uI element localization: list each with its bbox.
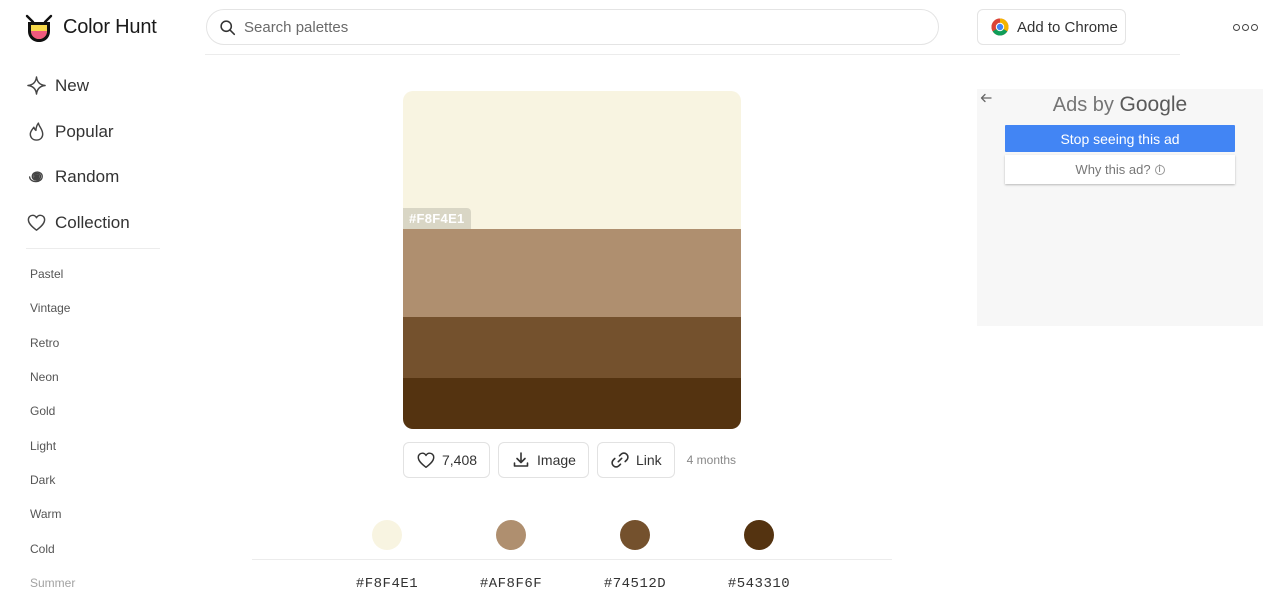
heart-icon [417, 452, 435, 468]
color-dot-3[interactable] [620, 520, 650, 550]
add-to-chrome-label: Add to Chrome [1017, 18, 1118, 36]
tag-vintage[interactable]: Vintage [30, 301, 70, 315]
ad-title-prefix: Ads by [1052, 94, 1114, 116]
tag-summer[interactable]: Summer [30, 576, 75, 590]
color-dot-2[interactable] [496, 520, 526, 550]
sidebar-item-label: New [55, 75, 90, 95]
ad-panel: Ads by Google Stop seeing this ad Why th… [977, 89, 1263, 326]
more-dot-icon [1250, 23, 1258, 31]
color-hex-2[interactable]: #AF8F6F [461, 576, 561, 592]
palette-swatch-4[interactable] [403, 378, 741, 429]
tag-light[interactable]: Light [30, 439, 56, 453]
tag-dark[interactable]: Dark [30, 473, 55, 487]
tag-cold[interactable]: Cold [30, 542, 55, 556]
color-hex-3[interactable]: #74512D [585, 576, 685, 592]
palette-card [403, 91, 741, 429]
stop-seeing-ad-button[interactable]: Stop seeing this ad [1005, 125, 1235, 152]
tag-warm[interactable]: Warm [30, 507, 62, 521]
ad-title-brand: Google [1119, 93, 1188, 116]
why-this-ad-label: Why this ad? [1075, 162, 1151, 177]
image-label: Image [537, 452, 576, 468]
link-icon [611, 452, 629, 468]
more-dot-icon [1232, 23, 1240, 31]
tag-retro[interactable]: Retro [30, 336, 59, 350]
add-to-chrome-button[interactable]: Add to Chrome [977, 9, 1126, 45]
more-options-button[interactable] [1232, 18, 1258, 36]
flame-icon [29, 122, 44, 141]
search-icon [220, 19, 236, 35]
copy-link-button[interactable]: Link [596, 442, 675, 478]
sidebar-item-label: Collection [55, 212, 130, 232]
search-bar[interactable] [206, 9, 939, 45]
sidebar-item-label: Popular [55, 121, 114, 141]
download-icon [513, 452, 529, 467]
color-dot-1[interactable] [372, 520, 402, 550]
spiral-icon [28, 171, 43, 183]
color-hunt-logo-icon [25, 14, 53, 42]
sidebar-item-label: Random [55, 166, 120, 186]
color-hex-1[interactable]: #F8F4E1 [337, 576, 437, 592]
search-input[interactable] [244, 18, 924, 36]
tag-pastel[interactable]: Pastel [30, 267, 63, 281]
palette-age: 4 months [686, 453, 737, 467]
like-count: 7,408 [442, 452, 478, 468]
sparkle-icon [27, 76, 46, 95]
sidebar-divider [26, 248, 160, 249]
palette-swatch-2[interactable] [403, 229, 741, 317]
brand-name: Color Hunt [63, 15, 157, 38]
colors-divider [252, 559, 892, 560]
chrome-icon [991, 18, 1009, 36]
link-label: Link [635, 452, 662, 468]
tag-gold[interactable]: Gold [30, 404, 55, 418]
info-icon: i [1154, 164, 1165, 175]
palette-actions: 7,408 Image Link 4 months [403, 442, 736, 478]
swatch-hex-tag[interactable]: #F8F4E1 [403, 208, 471, 229]
tag-neon[interactable]: Neon [30, 370, 59, 384]
sidebar-item-popular[interactable]: Popular [26, 121, 114, 142]
like-button[interactable]: 7,408 [403, 442, 491, 478]
why-this-ad-button[interactable]: Why this ad? i [1005, 155, 1235, 184]
more-dot-icon [1241, 23, 1249, 31]
download-image-button[interactable]: Image [498, 442, 589, 478]
header-divider [205, 54, 1180, 55]
sidebar-item-collection[interactable]: Collection [26, 212, 130, 233]
heart-icon [27, 214, 46, 231]
logo[interactable]: Color Hunt [22, 10, 157, 44]
palette-swatch-3[interactable] [403, 317, 741, 378]
color-hex-4[interactable]: #543310 [709, 576, 809, 592]
sidebar-item-random[interactable]: Random [26, 166, 119, 187]
sidebar-item-new[interactable]: New [26, 75, 89, 96]
color-dot-4[interactable] [744, 520, 774, 550]
header: Color Hunt Add to Chrome [0, 0, 1280, 55]
ad-title: Ads by Google [977, 93, 1263, 117]
